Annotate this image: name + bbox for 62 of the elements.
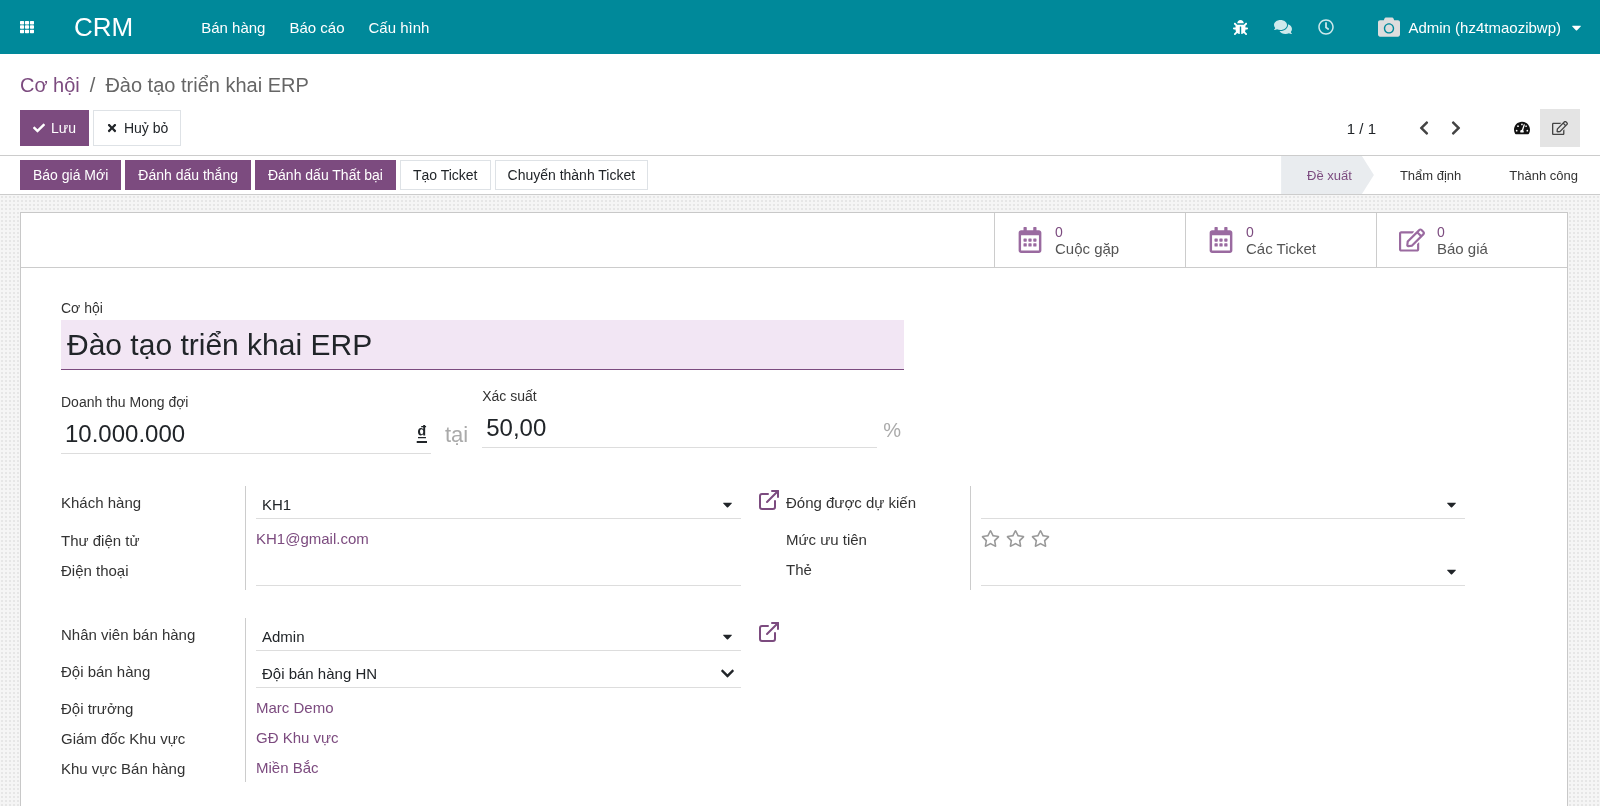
bug-icon[interactable] — [1233, 19, 1249, 35]
field-label: Đóng được dự kiến — [786, 493, 917, 513]
action-button[interactable]: Báo giá Mới — [20, 160, 122, 190]
field-label: Xác suất — [482, 388, 538, 404]
link-text[interactable]: Marc Demo — [256, 698, 334, 716]
field-label: Khu vực Bán hàng — [61, 759, 187, 779]
action-button[interactable]: Tạo Ticket — [399, 160, 491, 190]
revenue-field[interactable]: 10.000.000 ₫ — [61, 414, 431, 454]
link-text[interactable]: GĐ Khu vực — [256, 728, 339, 746]
discard-button[interactable]: Huỷ bỏ — [92, 110, 182, 146]
camera-icon — [1378, 16, 1401, 38]
edit-view-button[interactable] — [1540, 109, 1580, 147]
select-field[interactable]: Đội bán hàng HN — [256, 659, 741, 688]
user-menu[interactable]: Admin (hz4tmaozibwp) — [1378, 16, 1584, 38]
priority-stars[interactable] — [981, 528, 1050, 548]
nav-menu-item[interactable]: Cấu hình — [368, 18, 430, 36]
calendar-icon — [1017, 227, 1043, 253]
field-label: Thư điện tử — [61, 530, 141, 551]
select-field[interactable]: Admin — [256, 622, 741, 651]
nav-menu-item[interactable]: Báo cáo — [289, 18, 345, 36]
edit-icon — [1399, 227, 1425, 253]
field-label: Đội trưởng — [61, 699, 135, 719]
action-button[interactable]: Đánh dấu Thất bại — [254, 160, 396, 190]
at-label: tại — [444, 422, 470, 449]
action-button[interactable]: Đánh dấu thắng — [125, 160, 251, 190]
edit-icon — [1552, 120, 1568, 136]
link-text[interactable]: Miền Bắc — [256, 758, 319, 776]
select-field[interactable]: KH1 — [256, 490, 741, 520]
apps-menu-icon[interactable] — [20, 20, 34, 34]
percent-sign: % — [882, 419, 902, 443]
action-button[interactable]: Chuyển thành Ticket — [494, 160, 649, 190]
field-label: Giám đốc Khu vực — [61, 729, 187, 749]
star-icon[interactable] — [1031, 528, 1050, 548]
app-name: CRM — [74, 11, 134, 43]
gauge-icon — [1514, 120, 1530, 136]
clock-icon[interactable] — [1318, 19, 1335, 35]
external-link-icon[interactable] — [757, 488, 781, 512]
star-icon[interactable] — [1006, 528, 1025, 548]
field-label: Mức ưu tiên — [786, 530, 868, 550]
pager-text: 1 / 1 — [1346, 119, 1376, 137]
check-icon — [33, 122, 45, 134]
field-label: Cơ hội — [61, 300, 104, 316]
field-label: Thẻ — [786, 560, 813, 580]
calendar-icon — [1208, 227, 1234, 253]
breadcrumb-current: Đào tạo triển khai ERP — [105, 74, 309, 97]
field-label: Khách hàng — [61, 493, 143, 513]
title-field[interactable]: Đào tạo triển khai ERP — [61, 320, 904, 370]
breadcrumb-link[interactable]: Cơ hội — [20, 74, 80, 97]
close-icon — [105, 122, 118, 134]
stage-step[interactable]: Đề xuất — [1281, 156, 1374, 194]
chat-icon[interactable] — [1274, 18, 1293, 36]
external-link-icon[interactable] — [757, 620, 781, 644]
star-icon[interactable] — [981, 528, 1000, 548]
field-label: Đội bán hàng — [61, 662, 152, 682]
field-label: Doanh thu Mong đợi — [61, 394, 190, 410]
breadcrumb-separator: / — [89, 74, 96, 97]
probability-field[interactable]: 50,00 — [482, 408, 878, 448]
field-label: Điện thoại — [61, 561, 130, 582]
link-text[interactable]: KH1@gmail.com — [256, 530, 369, 548]
field-label: Nhân viên bán hàng — [61, 625, 197, 645]
save-button[interactable]: Lưu — [20, 110, 89, 146]
nav-menu-item[interactable]: Bán hàng — [201, 18, 266, 36]
